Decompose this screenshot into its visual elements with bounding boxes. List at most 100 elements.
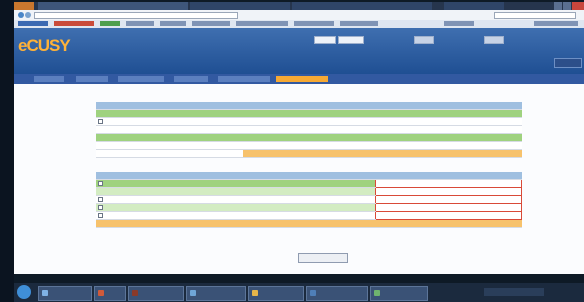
table-row: [96, 179, 522, 188]
table-header-row: [96, 172, 522, 180]
column-header: [388, 102, 454, 110]
bookmark-item[interactable]: [340, 21, 378, 26]
row-checkbox[interactable]: [98, 205, 103, 210]
column-header: [323, 172, 376, 180]
taskbar-item[interactable]: [94, 286, 126, 301]
table-row: [96, 133, 522, 142]
bookmark-item[interactable]: [444, 21, 474, 26]
table-cell: [96, 149, 244, 158]
table-row: [96, 141, 522, 150]
table-cell: [453, 133, 522, 142]
total-row: [96, 219, 522, 228]
taskbar-item[interactable]: [128, 286, 184, 301]
table-header-row: [96, 102, 522, 110]
table-cell: [323, 195, 376, 204]
menu-item-active[interactable]: [276, 76, 328, 82]
row-checkbox[interactable]: [98, 197, 103, 202]
forward-icon[interactable]: [25, 12, 31, 18]
table-cell: [388, 117, 454, 126]
table-cell: [388, 133, 454, 142]
taskbar-item[interactable]: [306, 286, 368, 301]
menu-item[interactable]: [174, 76, 208, 82]
app-icon: [252, 290, 258, 296]
header-field[interactable]: [338, 36, 364, 44]
logout-button[interactable]: [554, 58, 582, 68]
app-icon: [374, 290, 380, 296]
table-cell: [96, 133, 244, 142]
table-row: [96, 203, 522, 212]
table-row: [96, 125, 522, 134]
browser-tab[interactable]: [444, 2, 504, 10]
app-icon: [190, 290, 196, 296]
total-row: [96, 149, 522, 158]
bookmark-item[interactable]: [534, 21, 578, 26]
amount-input[interactable]: [375, 211, 522, 220]
table-cell: [96, 117, 244, 126]
table-cell: [243, 141, 324, 150]
row-checkbox[interactable]: [98, 119, 103, 124]
taskbar-item[interactable]: [38, 286, 92, 301]
table-cell: [388, 141, 454, 150]
bookmark-item[interactable]: [18, 21, 48, 26]
system-tray: [484, 288, 544, 296]
row-checkbox[interactable]: [98, 213, 103, 218]
table-row: [96, 109, 522, 118]
bookmark-item[interactable]: [236, 21, 288, 26]
row-checkbox[interactable]: [98, 181, 103, 186]
address-bar[interactable]: [34, 12, 238, 19]
amount-input[interactable]: [375, 195, 522, 204]
table-cell: [96, 179, 324, 188]
bookmark-item[interactable]: [126, 21, 154, 26]
table-row: [96, 195, 522, 204]
search-input[interactable]: [494, 12, 576, 19]
back-icon[interactable]: [18, 12, 24, 18]
table-cell: [323, 117, 389, 126]
menu-item[interactable]: [76, 76, 108, 82]
taskbar-item[interactable]: [186, 286, 246, 301]
total-label: [96, 219, 324, 228]
header-field[interactable]: [414, 36, 434, 44]
column-header: [96, 172, 324, 180]
bookmark-item[interactable]: [100, 21, 120, 26]
screen-edge: [0, 0, 14, 302]
browser-tab[interactable]: [190, 2, 290, 10]
amount-input[interactable]: [375, 179, 522, 188]
column-header: [96, 102, 244, 110]
column-header: [323, 102, 389, 110]
amount-input[interactable]: [375, 203, 522, 212]
maximize-icon[interactable]: [563, 2, 571, 10]
menu-item[interactable]: [218, 76, 270, 82]
browser-tab[interactable]: [292, 2, 432, 10]
table-cell: [323, 125, 389, 134]
start-button[interactable]: [17, 285, 31, 299]
header-field[interactable]: [314, 36, 336, 44]
app-logo: eCUSY: [18, 36, 71, 55]
amount-input[interactable]: [375, 187, 522, 196]
header-field[interactable]: [484, 36, 504, 44]
table-cell: [323, 141, 389, 150]
table-cell: [243, 125, 324, 134]
menu-item[interactable]: [34, 76, 64, 82]
menu-item[interactable]: [118, 76, 164, 82]
bookmark-item[interactable]: [294, 21, 334, 26]
bookmark-item[interactable]: [160, 21, 186, 26]
table-cell: [96, 109, 244, 118]
bookmark-item[interactable]: [54, 21, 94, 26]
column-header: [453, 102, 522, 110]
content-area: [14, 84, 584, 274]
bookmark-item[interactable]: [192, 21, 230, 26]
taskbar: [14, 283, 584, 302]
submit-button[interactable]: [298, 253, 348, 263]
browser-menu-button[interactable]: [14, 2, 34, 10]
taskbar-item[interactable]: [370, 286, 428, 301]
taskbar-item[interactable]: [248, 286, 304, 301]
browser-title-bar: [14, 2, 584, 10]
table-cell: [323, 179, 376, 188]
app-icon: [42, 290, 48, 296]
total-label: [243, 149, 324, 158]
browser-tab[interactable]: [38, 2, 188, 10]
table-cell: [96, 203, 324, 212]
minimize-icon[interactable]: [554, 2, 562, 10]
close-icon[interactable]: [572, 2, 584, 10]
table-cell: [96, 195, 324, 204]
